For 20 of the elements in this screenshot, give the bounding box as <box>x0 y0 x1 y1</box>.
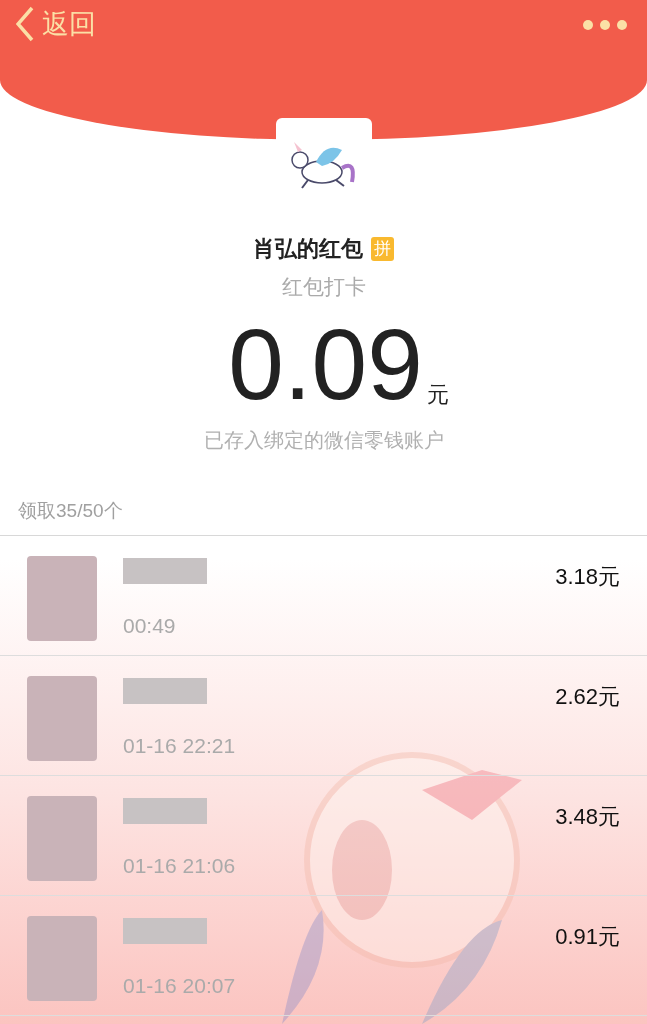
wish-text: 红包打卡 <box>281 274 366 300</box>
back-icon <box>16 6 34 43</box>
sender-title: 肖弘的红包 <box>253 235 363 263</box>
received-amount: 3.48元 <box>555 803 620 831</box>
received-amount: 2.62元 <box>555 683 620 711</box>
amount-unit: 元 <box>426 380 449 409</box>
amount-value: 0.09 <box>228 308 423 419</box>
receiver-row[interactable]: 01-16 21:06 3.48元 <box>0 776 647 896</box>
receiver-row[interactable]: 01-16 20:07 0.91元 <box>0 896 647 1016</box>
group-badge: 拼 <box>371 236 394 261</box>
receive-time: 01-16 22:21 <box>123 733 237 759</box>
received-amount: 0.91元 <box>555 923 620 951</box>
deposit-note: 已存入绑定的微信零钱账户 <box>203 427 444 453</box>
receiver-row[interactable]: 00:49 3.18元 <box>0 536 647 656</box>
receiver-row[interactable]: 01-16 22:21 2.62元 <box>0 656 647 776</box>
receive-time: 00:49 <box>123 613 177 639</box>
received-summary: 领取35/50个 <box>17 498 124 523</box>
receive-time: 01-16 20:07 <box>123 973 237 999</box>
receive-time: 01-16 21:06 <box>123 853 237 879</box>
received-amount: 3.18元 <box>555 563 620 591</box>
